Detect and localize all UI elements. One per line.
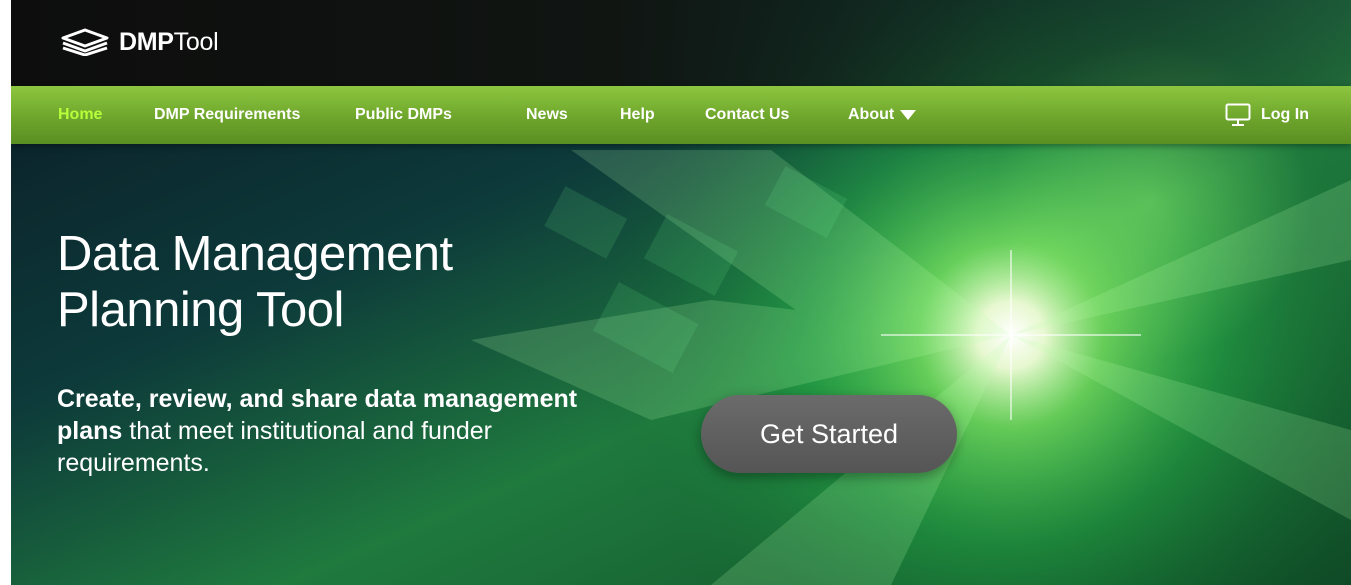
login-link[interactable]: Log In (1225, 86, 1309, 144)
nav-dmp-requirements[interactable]: DMP Requirements (154, 86, 300, 144)
brand-name-bold: DMP (119, 27, 174, 56)
hero-frame: DMPTool Home DMP Requirements Public DMP… (11, 0, 1351, 585)
get-started-button[interactable]: Get Started (701, 395, 957, 473)
main-nav: Home DMP Requirements Public DMPs News H… (11, 86, 1351, 144)
hero-title-line2: Planning Tool (57, 283, 344, 337)
nav-contact-us[interactable]: Contact Us (705, 86, 789, 144)
stacked-layers-icon (61, 28, 109, 56)
nav-help[interactable]: Help (620, 86, 655, 144)
brand-name: DMPTool (119, 27, 219, 56)
hero-subtitle: Create, review, and share data managemen… (57, 383, 617, 479)
hero-title-line1: Data Management (57, 227, 453, 281)
nav-home[interactable]: Home (58, 86, 102, 144)
nav-public-dmps[interactable]: Public DMPs (355, 86, 452, 144)
caret-down-icon (900, 110, 917, 120)
brand-logo[interactable]: DMPTool (59, 22, 219, 62)
top-bar: DMPTool (11, 0, 1351, 86)
login-label: Log In (1261, 106, 1309, 123)
hero-subtitle-rest: that meet institutional and funder requi… (57, 417, 492, 477)
monitor-icon (1225, 103, 1251, 126)
hero-title: Data Management Planning Tool (57, 226, 697, 338)
page: DMPTool Home DMP Requirements Public DMP… (0, 0, 1351, 585)
nav-about-label: About (848, 106, 895, 123)
brand-name-light: Tool (173, 27, 219, 56)
nav-news[interactable]: News (526, 86, 568, 144)
nav-about-dropdown[interactable]: About (848, 86, 917, 144)
